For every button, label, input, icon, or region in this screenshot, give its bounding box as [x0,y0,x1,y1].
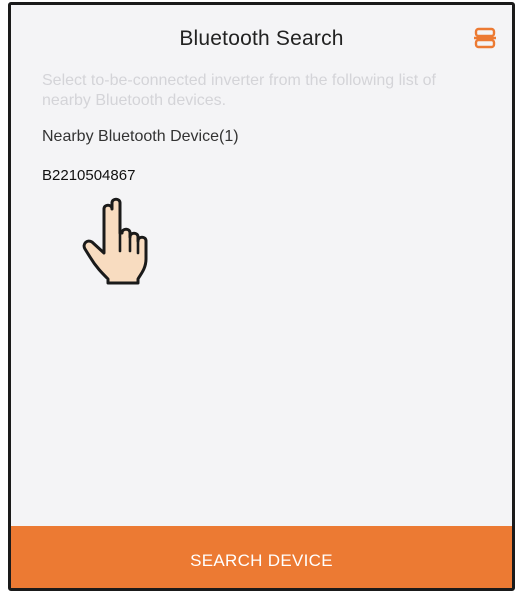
search-device-button[interactable]: SEARCH DEVICE [11,526,512,588]
nearby-devices-label: Nearby Bluetooth Device(1) [42,128,239,145]
device-name: B2210504867 [42,167,136,184]
hand-pointer-icon [82,197,148,285]
phone-screen: Bluetooth Search Select to-be-connected … [8,2,515,591]
instruction-text: Select to-be-connected inverter from the… [42,72,436,109]
device-list-item[interactable]: B2210504867 [42,163,342,189]
scan-icon[interactable] [474,27,496,49]
page-title: Bluetooth Search [179,27,344,50]
header-bar: Bluetooth Search [11,5,512,67]
